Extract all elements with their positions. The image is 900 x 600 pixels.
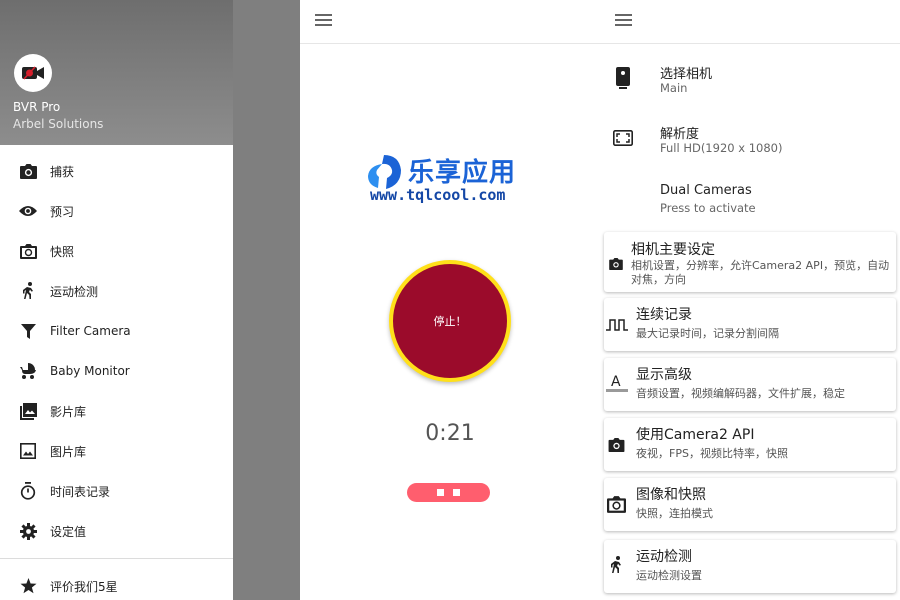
snapshot-icon xyxy=(19,242,37,260)
nav-item-label: 图片库 xyxy=(50,444,87,459)
settings-card-continuous-recording[interactable]: 连续记录 最大记录时间，记录分割间隔 xyxy=(604,298,896,351)
nav-item-settings[interactable]: 设定值 xyxy=(0,511,233,551)
setting-select-camera[interactable]: 选择相机 Main xyxy=(600,52,900,112)
resolution-icon xyxy=(612,127,634,149)
nav-item-snapshot[interactable]: 快照 xyxy=(0,231,233,271)
card-title: 相机主要设定 xyxy=(631,242,715,258)
card-title: 显示高级 xyxy=(636,367,692,383)
setting-value: Full HD(1920 x 1080) xyxy=(660,141,783,155)
card-title: 运动检测 xyxy=(636,549,692,565)
app-name: BVR Pro xyxy=(13,100,61,114)
nav-item-video-library[interactable]: 影片库 xyxy=(0,391,233,431)
app-bar xyxy=(300,0,600,44)
drawer-scrim[interactable] xyxy=(233,0,300,600)
settings-screen: 选择相机 Main 解析度 Full HD(1920 x 1080) Dual … xyxy=(600,0,900,600)
card-title: 使用Camera2 API xyxy=(636,427,755,443)
card-description: 最大记录时间，记录分割间隔 xyxy=(636,327,779,340)
timer-icon xyxy=(19,482,37,500)
setting-value: Main xyxy=(660,81,688,95)
camera-icon xyxy=(606,254,626,274)
image-icon xyxy=(19,442,37,460)
watermark-title: 乐享应用 xyxy=(408,158,517,188)
drawer-divider xyxy=(0,558,233,559)
setting-dual-cameras[interactable]: Dual Cameras Press to activate xyxy=(600,172,900,232)
nav-item-image-library[interactable]: 图片库 xyxy=(0,431,233,471)
nav-item-label: 运动检测 xyxy=(50,284,99,299)
gear-icon xyxy=(19,522,37,540)
drawer-header: BVR Pro Arbel Solutions xyxy=(0,0,233,145)
stop-recording-button[interactable]: 停止！ xyxy=(389,260,511,382)
star-icon xyxy=(19,577,37,595)
nav-item-schedule-recording[interactable]: 时间表记录 xyxy=(0,471,233,511)
video-library-icon xyxy=(19,402,37,420)
app-logo-icon xyxy=(14,54,52,92)
watermark-url: www.tqlcool.com xyxy=(370,186,506,204)
navigation-drawer: BVR Pro Arbel Solutions 捕获 预习 快照 运动检测 Fi… xyxy=(0,0,233,600)
nav-item-preview[interactable]: 预习 xyxy=(0,191,233,231)
nav-item-label: 设定值 xyxy=(50,524,87,539)
nav-item-motion-detection[interactable]: 运动检测 xyxy=(0,271,233,311)
menu-icon[interactable] xyxy=(615,14,632,28)
recording-screen: 乐享应用 www.tqlcool.com 停止！ 0:21 xyxy=(300,0,600,600)
pause-square-icon xyxy=(453,489,460,496)
card-title: 连续记录 xyxy=(636,307,692,323)
nav-item-label: 时间表记录 xyxy=(50,484,111,499)
card-title: 图像和快照 xyxy=(636,487,706,503)
nav-item-label: 预习 xyxy=(50,204,75,219)
nav-item-rate-us[interactable]: 评价我们5星 xyxy=(0,566,233,600)
settings-card-advanced-display[interactable]: A 显示高级 音频设置，视频编解码器，文件扩展，稳定 xyxy=(604,358,896,411)
settings-card-motion-detection[interactable]: 运动检测 运动检测设置 xyxy=(604,540,896,593)
card-description: 相机设置，分辨率，允许Camera2 API，预览，自动对焦，方向 xyxy=(631,259,890,286)
setting-title: 选择相机 xyxy=(660,67,713,82)
nav-item-filter-camera[interactable]: Filter Camera xyxy=(0,311,233,351)
nav-item-label: Baby Monitor xyxy=(50,364,130,378)
nav-item-label: Filter Camera xyxy=(50,324,131,338)
watermark: 乐享应用 www.tqlcool.com xyxy=(365,152,540,207)
nav-item-label: 评价我们5星 xyxy=(50,579,118,594)
nav-item-baby-monitor[interactable]: Baby Monitor xyxy=(0,351,233,391)
settings-card-camera-main[interactable]: 相机主要设定 相机设置，分辨率，允许Camera2 API，预览，自动对焦，方向 xyxy=(604,232,896,292)
card-description: 夜视，FPS，视频比特率，快照 xyxy=(636,447,788,460)
nav-item-label: 捕获 xyxy=(50,164,75,179)
phone-camera-icon xyxy=(612,67,634,89)
filter-icon xyxy=(19,322,37,340)
settings-card-camera2-api[interactable]: 使用Camera2 API 夜视，FPS，视频比特率，快照 xyxy=(604,418,896,471)
camera-icon xyxy=(19,162,37,180)
card-description: 音频设置，视频编解码器，文件扩展，稳定 xyxy=(636,387,845,400)
pause-square-icon xyxy=(437,489,444,496)
card-description: 快照，连拍模式 xyxy=(636,507,713,520)
nav-item-label: 影片库 xyxy=(50,404,87,419)
stop-button-label: 停止！ xyxy=(433,315,467,328)
nav-item-capture[interactable]: 捕获 xyxy=(0,151,233,191)
setting-title: 解析度 xyxy=(660,127,700,142)
setting-value: Press to activate xyxy=(660,201,756,215)
nav-item-label: 快照 xyxy=(50,244,75,259)
navigation-drawer-screen: BVR Pro Arbel Solutions 捕获 预习 快照 运动检测 Fi… xyxy=(0,0,300,600)
svg-text:A: A xyxy=(611,374,621,390)
camera-icon xyxy=(606,435,626,455)
app-bar xyxy=(600,0,900,44)
eye-icon xyxy=(19,202,37,220)
settings-card-images-snapshots[interactable]: 图像和快照 快照，连拍模式 xyxy=(604,478,896,531)
menu-icon[interactable] xyxy=(315,14,332,28)
pause-button[interactable] xyxy=(407,483,490,502)
setting-title: Dual Cameras xyxy=(660,183,752,198)
recording-timer: 0:21 xyxy=(425,421,475,446)
card-description: 运动检测设置 xyxy=(636,569,702,582)
running-icon xyxy=(606,555,626,575)
watermark-logo-icon xyxy=(368,155,401,189)
stroller-icon xyxy=(19,362,37,380)
setting-resolution[interactable]: 解析度 Full HD(1920 x 1080) xyxy=(600,112,900,172)
pulse-wave-icon xyxy=(606,315,628,335)
running-icon xyxy=(19,282,37,300)
text-format-icon: A xyxy=(606,373,628,393)
app-developer: Arbel Solutions xyxy=(13,117,104,131)
snapshot-icon xyxy=(606,494,626,514)
